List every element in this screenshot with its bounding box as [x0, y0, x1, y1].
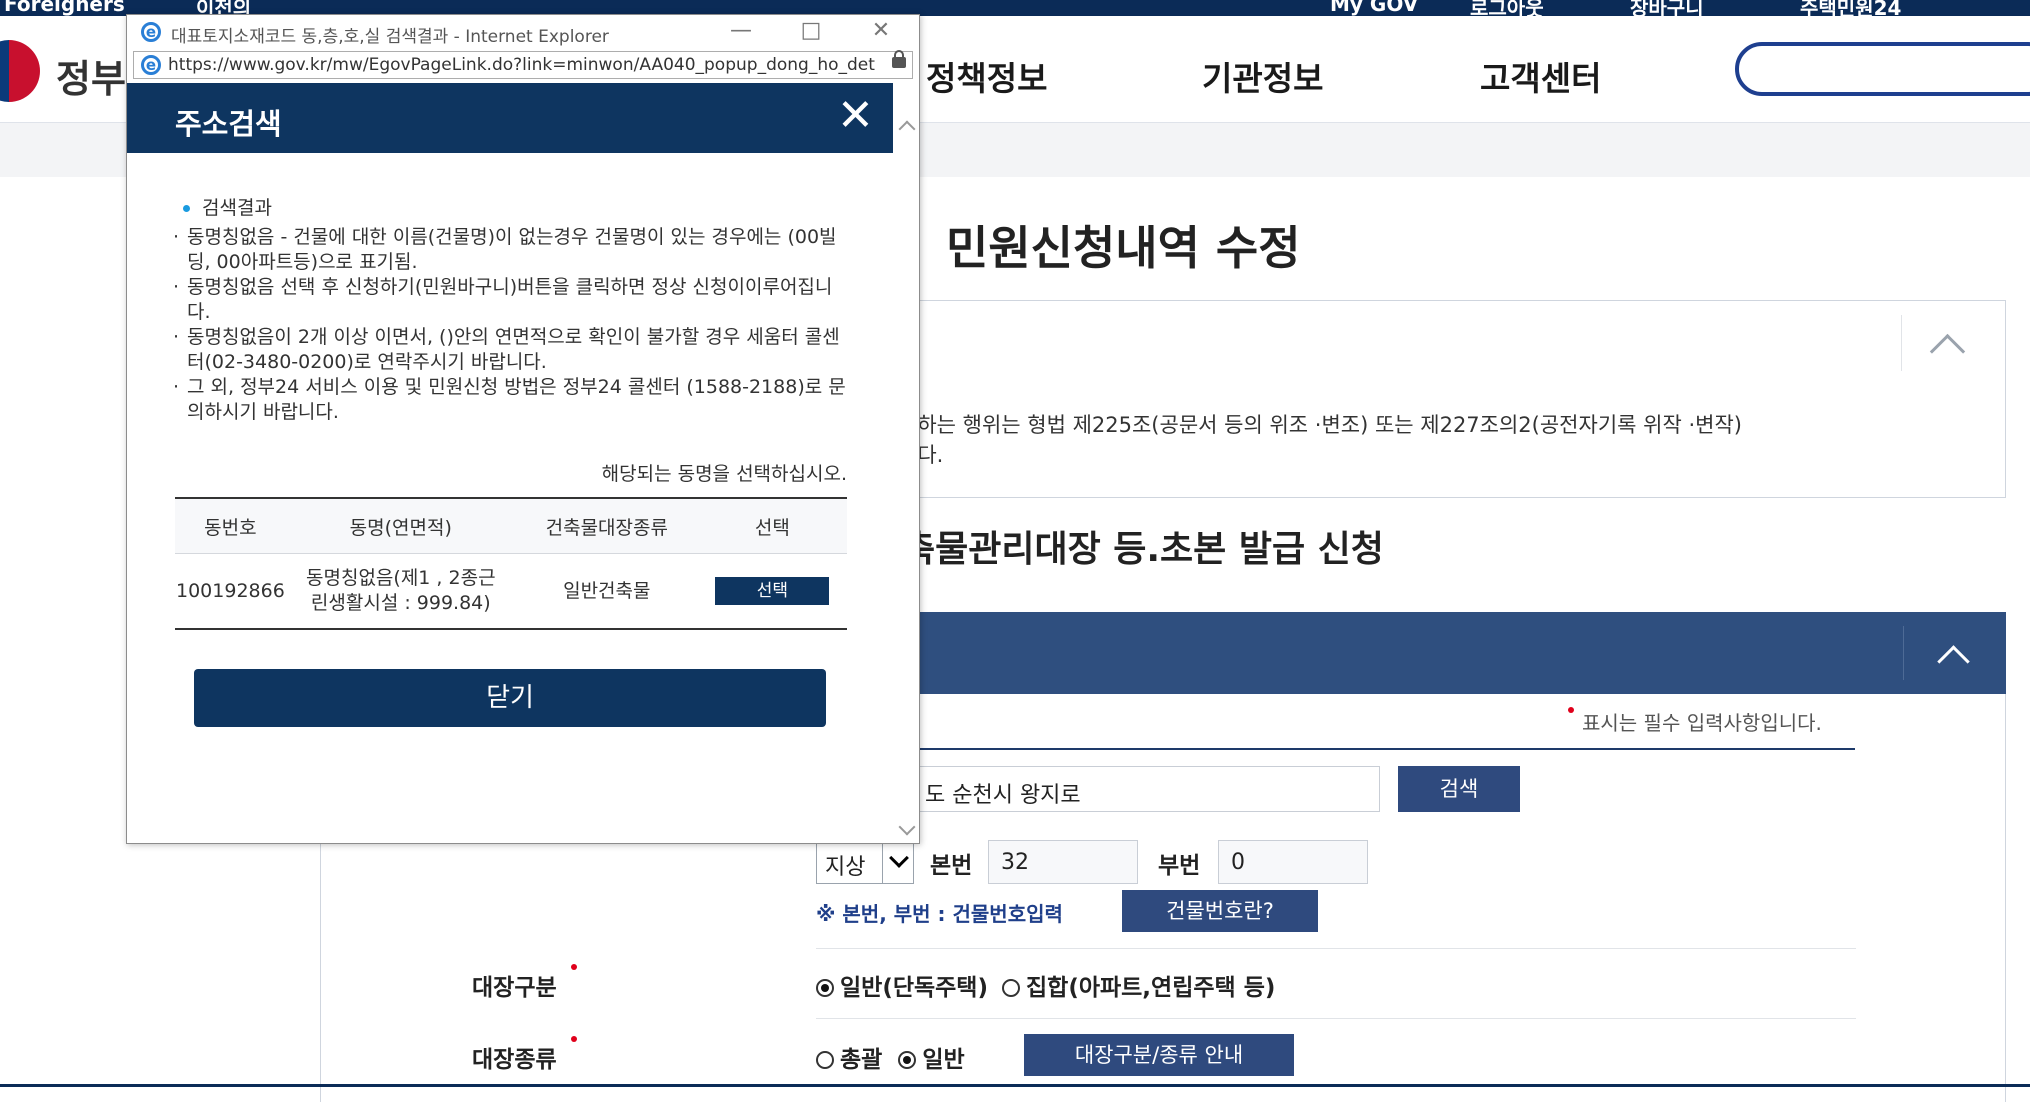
minimize-icon[interactable]: —: [721, 18, 761, 43]
row-divider: [816, 948, 1856, 949]
result-heading: 검색결과: [183, 193, 272, 220]
address-input[interactable]: 도 순천시 왕지로: [912, 766, 1380, 812]
radio-collective-label[interactable]: 집합(아파트,연립주택 등): [1026, 975, 1275, 1001]
land-type-value: 지상: [825, 855, 866, 880]
building-no-help-button[interactable]: 건물번호란?: [1122, 890, 1318, 932]
popup-body: 검색결과 동명칭없음 - 건물에 대한 이름(건물명)이 없는경우 건물명이 있…: [127, 153, 893, 843]
main-no-label: 본번: [930, 853, 973, 879]
guide-item: 그 외, 정부24 서비스 이용 및 민원신청 방법은 정부24 콜센터 (15…: [171, 375, 851, 425]
foreigners-link[interactable]: Foreigners: [4, 0, 125, 16]
page-title: 민원신청내역 수정: [946, 221, 1301, 275]
ledger-class-label: 대장구분: [472, 964, 577, 1002]
cell-dong-name: 동명칭없음(제1 , 2종근 린생활시설 : 999.84): [285, 553, 516, 630]
cell-dong-no: 100192866: [175, 553, 286, 630]
chevron-up-icon[interactable]: [1937, 645, 1970, 678]
radio-summary[interactable]: [816, 1051, 834, 1069]
radio-general[interactable]: [898, 1051, 917, 1069]
table-row: 100192866 동명칭없음(제1 , 2종근 린생활시설 : 999.84)…: [175, 553, 847, 630]
result-table: 동번호 동명(연면적) 건축물대장종류 선택 100192866 동명칭없음(제…: [175, 497, 847, 630]
table-header-row: 동번호 동명(연면적) 건축물대장종류 선택: [175, 497, 847, 554]
cell-ledger-kind: 일반건축물: [515, 553, 698, 630]
chevron-down-icon[interactable]: [882, 841, 913, 883]
radio-general-label[interactable]: 일반: [922, 1047, 964, 1073]
ie-popup-window: e 대표토지소재코드 동,층,호,실 검색결과 - Internet Explo…: [126, 14, 920, 844]
lock-icon[interactable]: [892, 50, 906, 68]
guide-item: 동명칭없음 - 건물에 대한 이름(건물명)이 없는경우 건물명이 있는 경우에…: [171, 225, 851, 275]
ie-page-icon: e: [141, 55, 161, 75]
band-divider: [1903, 626, 1904, 680]
cart-link[interactable]: 장바구니: [1630, 0, 1704, 16]
ledger-class-label-text: 대장구분: [472, 975, 557, 1001]
row-divider: [816, 1018, 1856, 1019]
section-title: 축물관리대장 등.초본 발급 신청: [902, 529, 1384, 570]
scroll-up-icon[interactable]: [898, 120, 916, 138]
land-type-select[interactable]: 지상: [816, 840, 914, 884]
my-gov-link[interactable]: My GOV: [1330, 0, 1418, 16]
sub-no-label: 부번: [1158, 853, 1201, 879]
popup-scrollbar[interactable]: [893, 83, 919, 843]
chevron-up-icon[interactable]: [1929, 333, 1966, 370]
address-url[interactable]: https://www.gov.kr/mw/EgovPageLink.do?li…: [168, 55, 888, 75]
notice-text: 조하는 행위는 형법 제225조(공문서 등의 위조 ·변조) 또는 제227조…: [898, 410, 1742, 470]
guide-list: 동명칭없음 - 건물에 대한 이름(건물명)이 없는경우 건물명이 있는 경우에…: [171, 225, 851, 425]
nav-customer-center[interactable]: 고객센터: [1480, 52, 1601, 100]
form-header-band: [870, 612, 2006, 694]
bullet-icon: [183, 205, 190, 212]
popup-close-button[interactable]: 닫기: [194, 669, 826, 727]
choose-prompt: 해당되는 동명을 선택하십시오.: [601, 463, 847, 485]
cell-dong-name-line2: 린생활시설 : 999.84): [310, 592, 491, 614]
form-top-rule: [912, 748, 1855, 750]
logout-link[interactable]: 로그아웃: [1470, 0, 1544, 16]
col-dong-name: 동명(연면적): [285, 497, 516, 554]
radio-collective[interactable]: [1002, 979, 1020, 997]
popup-header: 주소검색 ✕: [127, 83, 893, 153]
ledger-type-label-text: 대장종류: [472, 1047, 557, 1073]
col-select: 선택: [697, 497, 847, 554]
popup-title: 주소검색: [175, 107, 282, 141]
notice-line-1: 조하는 행위는 형법 제225조(공문서 등의 위조 ·변조) 또는 제227조…: [898, 413, 1742, 437]
nav-agency-info[interactable]: 기관정보: [1202, 52, 1323, 100]
window-title: 대표토지소재코드 동,층,호,실 검색결과 - Internet Explore…: [171, 27, 609, 47]
guide-item: 동명칭없음 선택 후 신청하기(민원바구니)버튼을 클릭하면 정상 신청이이루어…: [171, 275, 851, 325]
ledger-type-radios: 총괄 일반: [816, 1040, 965, 1074]
sub-no-input[interactable]: 0: [1218, 840, 1368, 884]
address-bar[interactable]: e https://www.gov.kr/mw/EgovPageLink.do?…: [133, 50, 913, 79]
radio-general-single-label[interactable]: 일반(단독주택): [840, 975, 988, 1001]
scroll-down-icon[interactable]: [898, 818, 916, 836]
nav-policy-info[interactable]: 정책정보: [926, 52, 1047, 100]
required-note-text: 표시는 필수 입력사항입니다.: [1582, 711, 1822, 735]
required-dot-icon: [1568, 707, 1574, 713]
window-close-icon[interactable]: ✕: [861, 18, 901, 43]
notice-line-2: 니다.: [898, 443, 944, 467]
window-titlebar[interactable]: e 대표토지소재코드 동,층,호,실 검색결과 - Internet Explo…: [127, 15, 919, 49]
ledger-class-radios: 일반(단독주택) 집합(아파트,연립주택 등): [816, 968, 1275, 1002]
required-note: 표시는 필수 입력사항입니다.: [1568, 707, 1822, 736]
col-ledger-kind: 건축물대장종류: [515, 497, 698, 554]
select-button[interactable]: 선택: [715, 577, 830, 605]
cell-dong-name-line1: 동명칭없음(제1 , 2종근: [306, 567, 496, 589]
required-dot-icon: [570, 964, 577, 970]
housing-link[interactable]: 주택민원24: [1800, 0, 1901, 16]
ie-logo-icon: e: [141, 22, 161, 42]
cell-select: 선택: [697, 553, 847, 630]
notice-divider: [1901, 315, 1902, 371]
address-search-button[interactable]: 검색: [1398, 766, 1520, 812]
required-dot-icon: [570, 1036, 577, 1042]
popup-close-icon[interactable]: ✕: [837, 91, 874, 141]
col-dong-no: 동번호: [175, 497, 286, 554]
header-search-input[interactable]: [1735, 42, 2030, 96]
ledger-guide-button[interactable]: 대장구분/종류 안내: [1024, 1034, 1294, 1076]
radio-summary-label[interactable]: 총괄: [840, 1047, 882, 1073]
result-heading-text: 검색결과: [202, 197, 272, 219]
main-no-input[interactable]: 32: [988, 840, 1138, 884]
ledger-type-label: 대장종류: [472, 1036, 577, 1074]
logo-text[interactable]: 정부: [56, 48, 126, 103]
maximize-icon[interactable]: □: [791, 18, 831, 43]
guide-item: 동명칭없음이 2개 이상 이면서, ()안의 연면적으로 확인이 불가할 경우 …: [171, 325, 851, 375]
radio-general-single[interactable]: [816, 979, 834, 997]
building-no-hint: ※ 본번, 부번 : 건물번호입력: [816, 902, 1063, 926]
